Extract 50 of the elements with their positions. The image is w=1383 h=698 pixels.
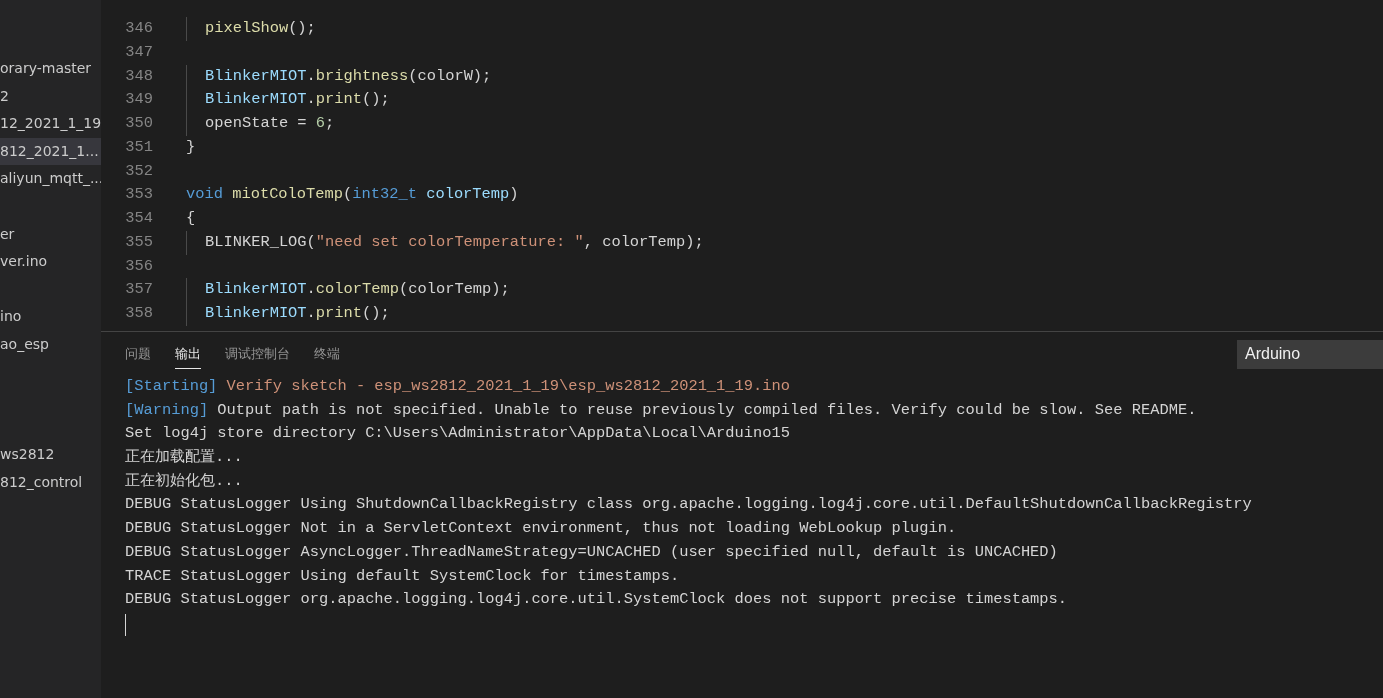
code-line: BlinkerMIOT.brightness(colorW); <box>186 64 492 89</box>
line-number: 354 <box>124 208 153 229</box>
output-line: 正在加载配置... <box>125 447 243 469</box>
line-number: 347 <box>124 41 153 63</box>
file-tree-item[interactable]: ino <box>0 303 101 331</box>
line-number: 358 <box>124 303 153 324</box>
output-channel-dropdown[interactable]: Arduino <box>1237 340 1383 369</box>
panel-tab[interactable]: 问题 <box>125 338 151 369</box>
code-line: pixelShow(); <box>186 17 316 41</box>
output-line: DEBUG StatusLogger Not in a ServletContext environment, thus not loading WebLookup plugin. <box>125 518 957 540</box>
code-line: BlinkerMIOT.print(); <box>186 88 390 112</box>
file-tree-item[interactable]: er <box>0 220 101 249</box>
text-cursor <box>125 613 126 636</box>
line-number: 348 <box>124 65 153 87</box>
file-tree-item[interactable]: 12_2021_1_19 <box>0 110 101 138</box>
line-number: 346 <box>124 18 153 39</box>
line-number: 357 <box>124 279 153 301</box>
code-line: openState = 6; <box>186 112 335 136</box>
line-number: 350 <box>124 113 153 134</box>
line-number: 353 <box>124 184 153 206</box>
code-line: BlinkerMIOT.colorTemp(colorTemp); <box>186 278 510 302</box>
file-tree-item[interactable]: ws2812 <box>0 441 101 469</box>
output-line: DEBUG StatusLogger org.apache.logging.log4j.core.util.SystemClock does not support precise timestamps. <box>125 589 1068 611</box>
code-line: void miotColoTemp(int32_t colorTemp) <box>186 184 519 206</box>
output-line: TRACE StatusLogger Using default SystemClock for timestamps. <box>125 565 680 587</box>
line-number: 349 <box>124 89 153 111</box>
file-tree-item[interactable]: orary-master <box>0 55 101 83</box>
file-tree-item[interactable]: 812_2021_1... <box>0 137 101 166</box>
output-line: [Starting] Verify sketch - esp_ws2812_2021_1_19\esp_ws2812_2021_1_19.ino <box>125 376 790 397</box>
file-tree-item[interactable]: ver.ino <box>0 248 101 276</box>
panel-tab[interactable]: 调试控制台 <box>225 338 290 369</box>
line-number: 356 <box>124 255 153 277</box>
panel-tab[interactable]: 输出 <box>175 338 201 369</box>
output-line: [Warning] Output path is not specified. Unable to reuse previously compiled files. Verify could be slow. See README. <box>125 399 1197 421</box>
code-line: BlinkerMIOT.print(); <box>186 302 390 326</box>
line-number: 355 <box>124 231 153 253</box>
code-line: } <box>186 136 196 158</box>
output-line: DEBUG StatusLogger Using ShutdownCallbackRegistry class org.apache.logging.log4j.core.util.DefaultShutdownCallbackRegistry <box>125 494 1252 516</box>
output-line: Set log4j store directory C:\Users\Administrator\AppData\Local\Arduino15 <box>125 423 790 445</box>
line-number: 351 <box>124 136 153 158</box>
file-tree-item[interactable]: 2 <box>0 82 101 111</box>
file-tree-item[interactable]: 812_control <box>0 468 101 497</box>
output-line: 正在初始化包... <box>125 470 243 492</box>
code-line: BLINKER_LOG("need set colorTemperature: ", colorTemp); <box>186 230 704 255</box>
code-line: { <box>186 208 196 229</box>
panel-tab[interactable]: 终端 <box>314 338 340 369</box>
file-tree-item[interactable]: ao_esp <box>0 330 101 359</box>
file-tree-item[interactable]: aliyun_mqtt_... <box>0 165 101 193</box>
output-line: DEBUG StatusLogger AsyncLogger.ThreadNameStrategy=UNCACHED (user specified null, default is UNCACHED) <box>125 541 1058 563</box>
line-number: 352 <box>124 160 153 182</box>
